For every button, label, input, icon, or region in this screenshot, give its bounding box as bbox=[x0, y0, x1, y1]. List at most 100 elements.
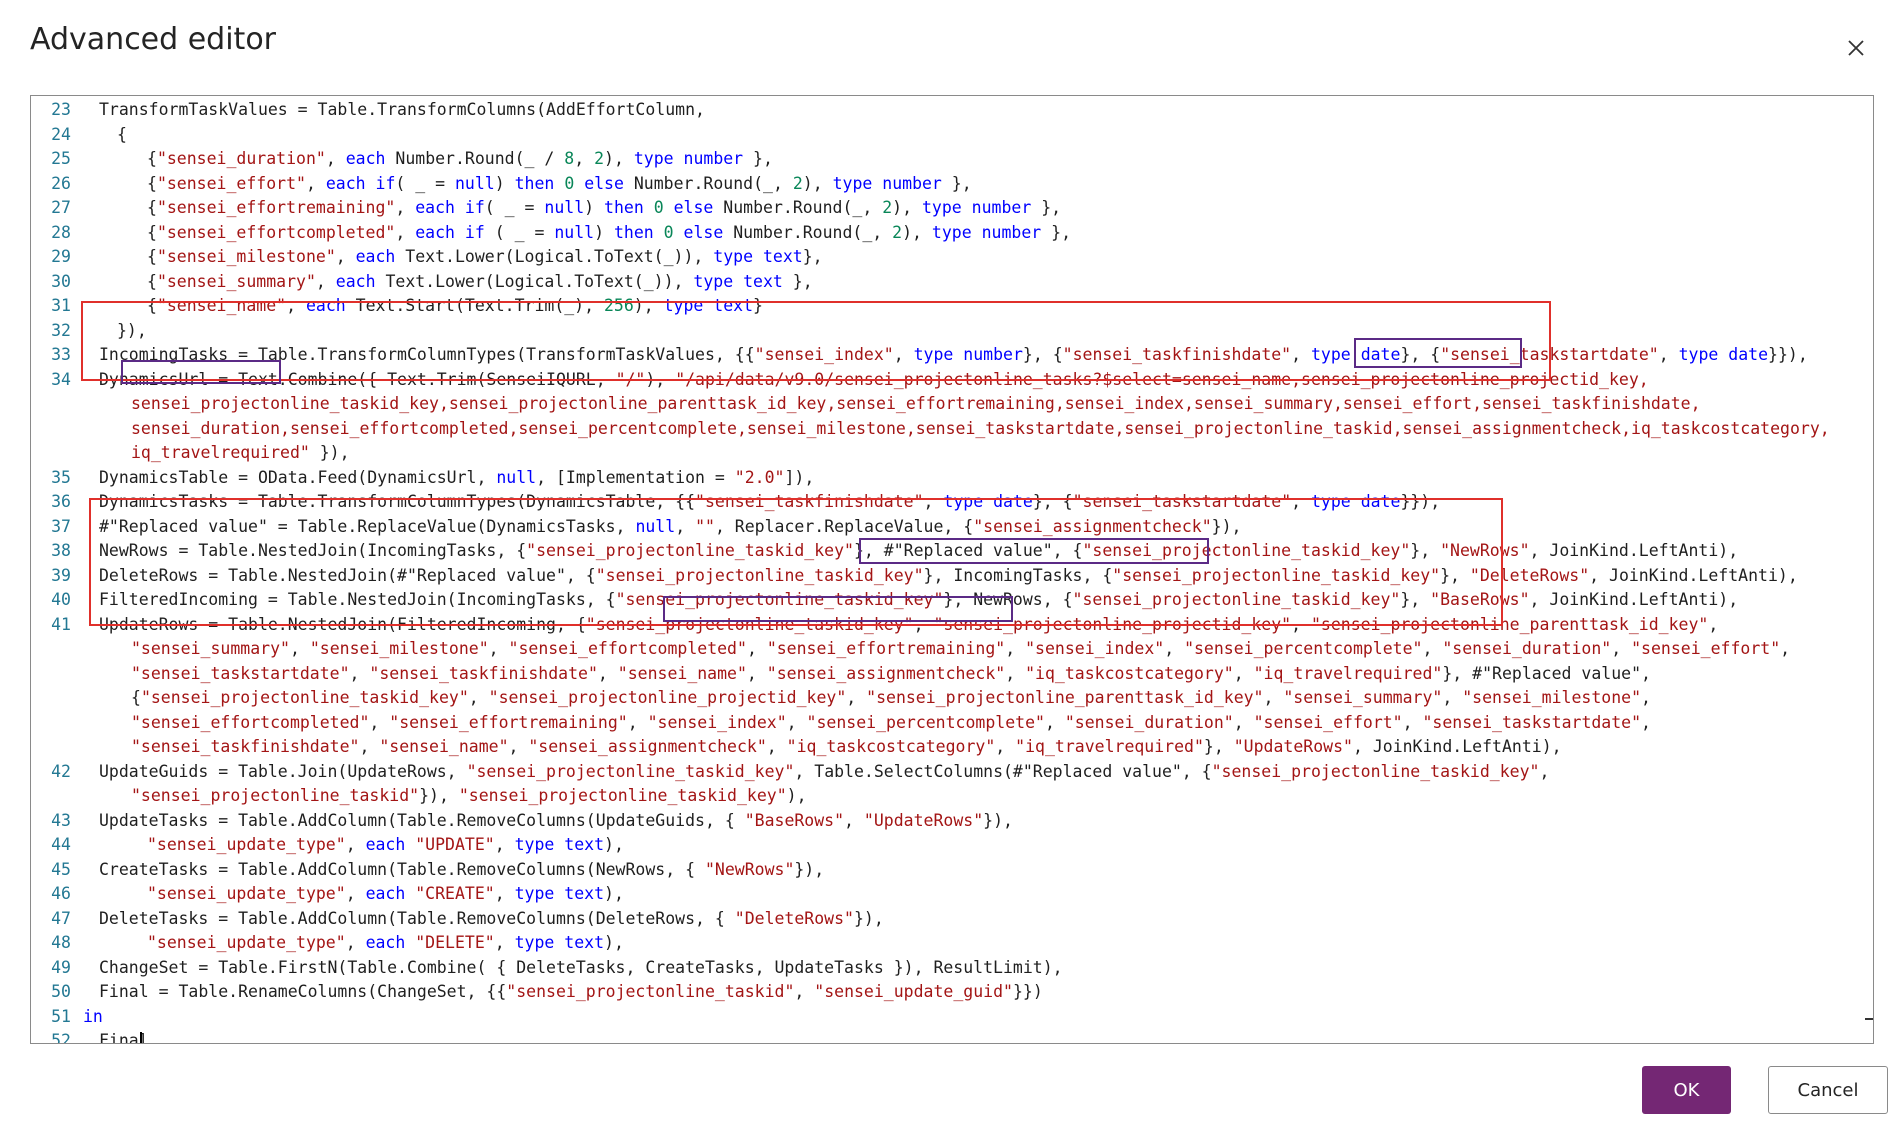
code-token: Number.Round(_, bbox=[713, 198, 883, 217]
code-token: }}), bbox=[1400, 492, 1441, 511]
code-line[interactable]: 29 {"sensei_milestone", each Text.Lower(L… bbox=[31, 245, 1861, 269]
keyword-token: type bbox=[1678, 345, 1719, 364]
code-token: , bbox=[1291, 492, 1311, 511]
code-line[interactable]: 30 {"sensei_summary", each Text.Lower(Log… bbox=[31, 270, 1861, 294]
code-line[interactable]: 31 {"sensei_name", each Text.Start(Text.T… bbox=[31, 294, 1861, 318]
code-line[interactable]: 36 DynamicsTasks = Table.TransformColumnT… bbox=[31, 490, 1861, 514]
code-line[interactable]: 27 {"sensei_effortremaining", each if( _ … bbox=[31, 196, 1861, 220]
code-token: UpdateTasks = Table.AddColumn(Table.Remo… bbox=[99, 810, 745, 830]
code-line[interactable]: sensei_duration,sensei_effortcompleted,s… bbox=[31, 417, 1861, 441]
code-line[interactable]: 24 { bbox=[31, 123, 1861, 147]
code-token: , bbox=[395, 198, 416, 217]
string-token: "DeleteRows" bbox=[734, 908, 854, 928]
code-line[interactable]: "sensei_effortcompleted", "sensei_effort… bbox=[31, 711, 1861, 735]
code-token: , bbox=[1005, 663, 1026, 683]
code-text: sensei_projectonline_taskid_key,sensei_p… bbox=[131, 392, 1701, 416]
code-line[interactable]: 23 TransformTaskValues = Table.TransformC… bbox=[31, 98, 1861, 122]
code-text: DynamicsTable = OData.Feed(DynamicsUrl, … bbox=[99, 466, 814, 490]
code-token: , bbox=[746, 639, 767, 658]
code-token: }, bbox=[782, 271, 813, 291]
keyword-token: text bbox=[713, 296, 754, 315]
code-text: FilteredIncoming = Table.NestedJoin(Inco… bbox=[99, 588, 1738, 612]
vertical-scrollbar[interactable] bbox=[1861, 96, 1873, 1043]
line-number: 36 bbox=[51, 492, 71, 511]
keyword-token: in bbox=[83, 1006, 103, 1026]
code-text: CreateTasks = Table.AddColumn(Table.Remo… bbox=[99, 858, 824, 882]
code-token: FilteredIncoming = Table.NestedJoin(Inco… bbox=[99, 590, 616, 609]
code-line[interactable]: 35 DynamicsTable = OData.Feed(DynamicsUrl… bbox=[31, 466, 1861, 490]
keyword-token: else bbox=[584, 173, 624, 193]
code-token: , bbox=[1263, 688, 1284, 707]
keyword-token: null bbox=[554, 222, 595, 242]
keyword-token: number bbox=[683, 149, 744, 168]
keyword-token: number bbox=[963, 345, 1023, 364]
code-line[interactable]: 48 "sensei_update_type", each "DELETE", t… bbox=[31, 931, 1861, 955]
string-token: "sensei_update_type" bbox=[147, 835, 346, 854]
code-line[interactable]: 43 UpdateTasks = Table.AddColumn(Table.Re… bbox=[31, 809, 1861, 833]
code-line[interactable]: iq_travelrequired" }), bbox=[31, 441, 1861, 465]
string-token: "sensei_milestone" bbox=[156, 247, 336, 266]
line-number: 30 bbox=[51, 271, 71, 291]
code-line[interactable]: 46 "sensei_update_type", each "CREATE", t… bbox=[31, 882, 1861, 906]
code-line[interactable]: "sensei_taskfinishdate", "sensei_name" , … bbox=[31, 735, 1861, 759]
code-line[interactable]: 34 DynamicsUrl = Text.Combine({ Text.Trim… bbox=[31, 368, 1861, 392]
code-line[interactable]: "sensei_projectonline_taskid"}), "sensei… bbox=[31, 784, 1861, 808]
keyword-token: if bbox=[375, 173, 396, 193]
code-token: , bbox=[315, 271, 336, 291]
keyword-token: each bbox=[365, 933, 406, 952]
code-line[interactable]: 47 DeleteTasks = Table.AddColumn(Table.Re… bbox=[31, 907, 1861, 931]
code-line[interactable]: 49 ChangeSet = Table.FirstN(Table.Combine… bbox=[31, 956, 1861, 980]
number-token: 256 bbox=[603, 296, 634, 315]
code-line[interactable]: 45 CreateTasks = Table.AddColumn(Table.Re… bbox=[31, 858, 1861, 882]
code-editor[interactable]: 23 TransformTaskValues = Table.TransformC… bbox=[30, 95, 1874, 1044]
code-line[interactable]: 38 NewRows = Table.NestedJoin(IncomingTas… bbox=[31, 539, 1861, 563]
string-token: "sensei_projectonline_taskid_key" bbox=[615, 590, 944, 609]
code-token: , bbox=[1005, 639, 1026, 658]
code-line[interactable]: 40 FilteredIncoming = Table.NestedJoin(In… bbox=[31, 588, 1861, 612]
string-token: "sensei_name" bbox=[156, 296, 287, 315]
code-line[interactable]: 33 IncomingTasks = Table.TransformColumnT… bbox=[31, 343, 1861, 367]
keyword-token: text bbox=[564, 933, 605, 952]
code-line[interactable]: 41 UpdateRows = Table.NestedJoin(Filtered… bbox=[31, 613, 1861, 637]
code-token: ), bbox=[604, 884, 624, 903]
code-line[interactable]: 52 Final bbox=[31, 1029, 1861, 1043]
string-token: "" bbox=[695, 516, 715, 536]
code-line[interactable]: 28 {"sensei_effortcompleted", each if ( _… bbox=[31, 221, 1861, 245]
code-line[interactable]: 44 "sensei_update_type", each "UPDATE", t… bbox=[31, 833, 1861, 857]
code-line[interactable]: 32}), bbox=[31, 319, 1861, 343]
code-token: , bbox=[1641, 688, 1651, 707]
line-number: 40 bbox=[51, 590, 71, 609]
close-button[interactable] bbox=[1838, 30, 1874, 66]
keyword-token: type bbox=[1311, 492, 1351, 511]
keyword-token: each bbox=[305, 296, 346, 315]
code-line[interactable]: {"sensei_projectonline_taskid_key", "sen… bbox=[31, 686, 1861, 710]
line-number: 28 bbox=[51, 222, 71, 242]
code-token: , Table.SelectColumns(#"Replaced value",… bbox=[794, 761, 1212, 781]
code-line[interactable]: 37 #"Replaced value" = Table.ReplaceValue… bbox=[31, 515, 1861, 539]
code-line[interactable]: 39 DeleteRows = Table.NestedJoin(#"Replac… bbox=[31, 564, 1861, 588]
code-line[interactable]: 25 {"sensei_duration", each Number.Round(… bbox=[31, 147, 1861, 171]
keyword-token: number bbox=[971, 198, 1032, 217]
code-line[interactable]: 50 Final = Table.RenameColumns(ChangeSet,… bbox=[31, 980, 1861, 1004]
code-line[interactable]: 26 {"sensei_effort", each if( _ = null) t… bbox=[31, 172, 1861, 196]
ok-button[interactable]: OK bbox=[1642, 1066, 1731, 1114]
keyword-token: type bbox=[913, 345, 954, 364]
string-token: "sensei_projectonline_taskid_key" bbox=[458, 786, 787, 805]
code-text: DeleteTasks = Table.AddColumn(Table.Remo… bbox=[99, 907, 884, 931]
string-token: "sensei_percentcomplete" bbox=[1184, 639, 1423, 658]
code-token: }, bbox=[1041, 222, 1072, 242]
code-area[interactable]: 23 TransformTaskValues = Table.TransformC… bbox=[31, 96, 1861, 1043]
code-line[interactable]: "sensei_taskstartdate", "sensei_taskfini… bbox=[31, 662, 1861, 686]
code-line[interactable]: 51 in bbox=[31, 1005, 1861, 1029]
code-line[interactable]: "sensei_summary", "sensei_milestone", "s… bbox=[31, 637, 1861, 661]
cancel-button[interactable]: Cancel bbox=[1768, 1066, 1888, 1114]
code-line[interactable]: sensei_projectonline_taskid_key,sensei_p… bbox=[31, 392, 1861, 416]
code-token: , bbox=[345, 835, 366, 854]
code-text: "sensei_update_type", each "CREATE", typ… bbox=[147, 882, 624, 906]
close-icon bbox=[1848, 40, 1864, 56]
code-line[interactable]: 42 UpdateGuids = Table.Join(UpdateRows, "… bbox=[31, 760, 1861, 784]
code-token: , bbox=[1539, 761, 1550, 781]
